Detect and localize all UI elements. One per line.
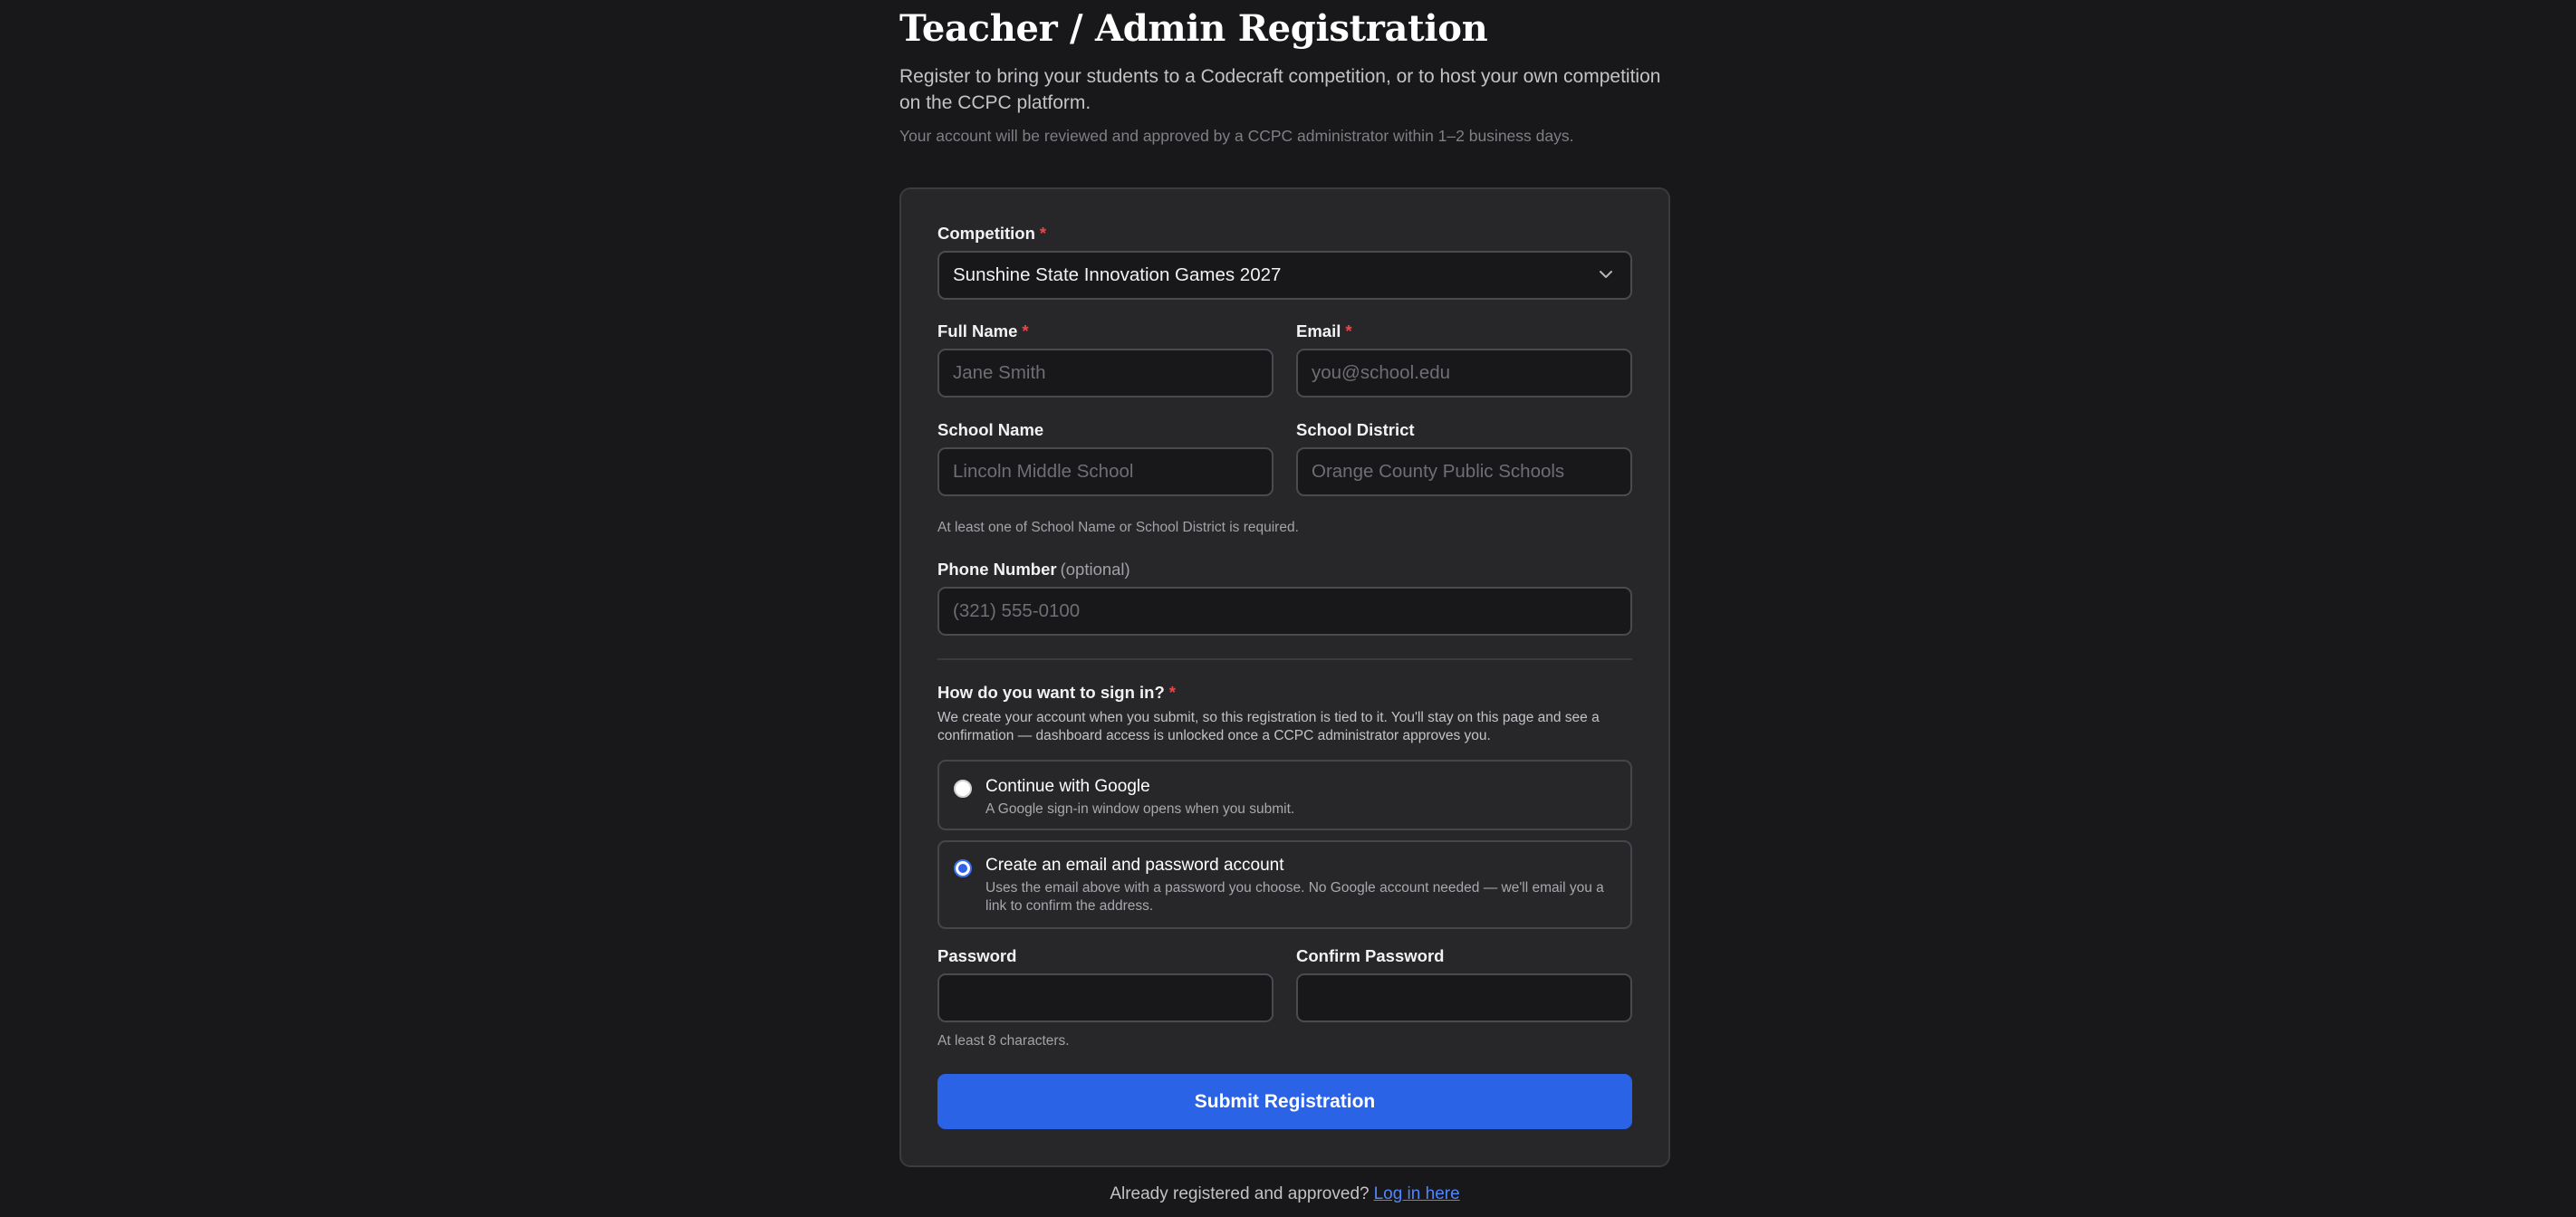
email-password-radio[interactable]: [954, 859, 972, 877]
competition-select-value: Sunshine State Innovation Games 2027: [953, 264, 1282, 285]
full-name-input[interactable]: [953, 362, 1258, 384]
competition-select[interactable]: Sunshine State Innovation Games 2027: [937, 251, 1632, 300]
confirm-password-field[interactable]: [1296, 973, 1632, 1022]
confirm-password-label: Confirm Password: [1296, 946, 1445, 965]
phone-input[interactable]: [953, 600, 1617, 622]
intro-text: Register to bring your students to a Cod…: [899, 66, 1661, 113]
password-field[interactable]: [937, 973, 1274, 1022]
competition-label-text: Competition: [937, 224, 1035, 243]
email-password-option-title: Create an email and password account: [985, 856, 1284, 875]
registration-page: Teacher / Admin Registration Register to…: [0, 0, 2576, 1217]
signin-option-email-password[interactable]: Create an email and password account Use…: [937, 840, 1632, 929]
google-radio[interactable]: [954, 780, 972, 798]
password-help-text: At least 8 characters.: [937, 1033, 1070, 1049]
required-mark: *: [1345, 321, 1352, 340]
email-field[interactable]: [1296, 349, 1632, 398]
required-mark: *: [1022, 321, 1029, 340]
password-label: Password: [937, 946, 1017, 965]
phone-label-text: Phone Number: [937, 560, 1057, 579]
optional-tag: (optional): [1060, 560, 1130, 579]
required-mark: *: [1039, 224, 1047, 243]
confirm-password-input[interactable]: [1312, 987, 1617, 1009]
email-label-text: Email: [1296, 321, 1341, 340]
email-label: Email *: [1296, 321, 1352, 341]
google-option-description: A Google sign-in window opens when you s…: [985, 801, 1295, 817]
school-district-label: School District: [1296, 420, 1415, 439]
login-prompt: Already registered and approved? Log in h…: [0, 1184, 2570, 1204]
phone-field[interactable]: [937, 587, 1632, 636]
page-title: Teacher / Admin Registration: [899, 7, 1488, 50]
school-name-label: School Name: [937, 420, 1044, 439]
signin-option-google[interactable]: Continue with Google A Google sign-in wi…: [937, 760, 1632, 830]
login-link[interactable]: Log in here: [1374, 1184, 1460, 1203]
password-input[interactable]: [953, 987, 1258, 1009]
school-name-input[interactable]: [953, 461, 1258, 483]
section-divider: [937, 658, 1632, 660]
school-district-input[interactable]: [1312, 461, 1617, 483]
submit-registration-button[interactable]: Submit Registration: [937, 1074, 1632, 1129]
school-name-field[interactable]: [937, 447, 1274, 496]
school-help-text: At least one of School Name or School Di…: [937, 520, 1299, 535]
signin-description: We create your account when you submit, …: [937, 710, 1600, 743]
required-mark: *: [1168, 683, 1176, 702]
full-name-label: Full Name *: [937, 321, 1029, 341]
full-name-field[interactable]: [937, 349, 1274, 398]
phone-label: Phone Number (optional): [937, 560, 1130, 580]
chevron-down-icon: [1600, 271, 1612, 278]
email-input[interactable]: [1312, 362, 1617, 384]
login-prompt-text: Already registered and approved?: [1110, 1184, 1370, 1203]
google-option-title: Continue with Google: [985, 777, 1150, 796]
email-password-option-description: Uses the email above with a password you…: [985, 880, 1604, 914]
review-note: Your account will be reviewed and approv…: [899, 127, 1574, 145]
competition-label: Competition *: [937, 224, 1046, 244]
signin-question-text: How do you want to sign in?: [937, 683, 1165, 702]
signin-question: How do you want to sign in? *: [937, 683, 1176, 703]
school-district-field[interactable]: [1296, 447, 1632, 496]
full-name-label-text: Full Name: [937, 321, 1018, 340]
